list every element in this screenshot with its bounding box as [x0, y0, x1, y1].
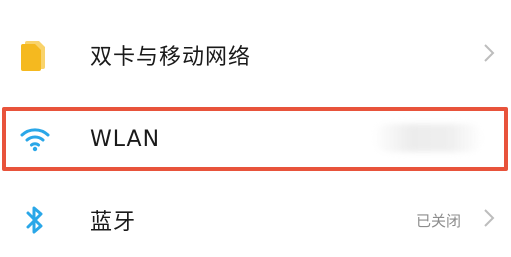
sim-cards-icon	[18, 38, 48, 72]
chevron-right-icon	[483, 43, 495, 67]
chevron-right-icon	[483, 208, 495, 232]
status-text: 已关闭	[415, 211, 461, 230]
settings-item-label: 蓝牙	[90, 210, 137, 235]
settings-item-label: 双卡与移动网络	[90, 45, 252, 70]
settings-item-bluetooth[interactable]: 蓝牙 已关闭	[0, 185, 511, 255]
bluetooth-icon	[24, 205, 46, 235]
selection-highlight	[2, 107, 508, 171]
settings-item-sim[interactable]: 双卡与移动网络	[0, 20, 511, 90]
